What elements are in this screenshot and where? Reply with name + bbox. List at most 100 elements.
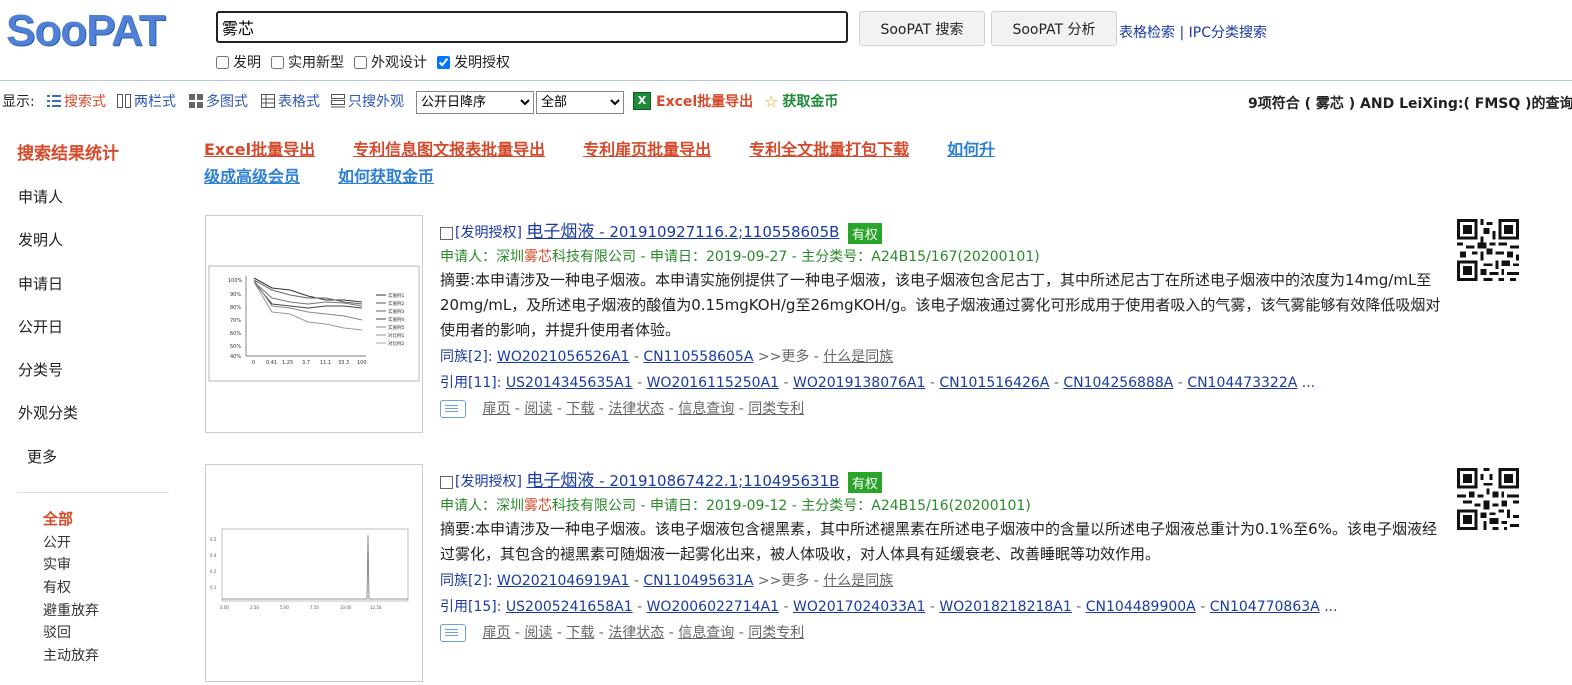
citation-link[interactable]: CN104256888A bbox=[1063, 375, 1173, 391]
citation-link[interactable]: US2005241658A1 bbox=[506, 599, 633, 615]
select-checkbox[interactable] bbox=[440, 475, 453, 489]
citation-link[interactable]: WO2019138076A1 bbox=[793, 375, 925, 391]
how-get-coins-link[interactable]: 如何获取金币 bbox=[338, 167, 434, 186]
svg-text:7.50: 7.50 bbox=[310, 605, 319, 610]
table-search-link[interactable]: 表格检索 bbox=[1119, 25, 1175, 41]
upgrade-link-a[interactable]: 如何升 bbox=[947, 140, 995, 159]
search-button[interactable]: SooPAT 搜索 bbox=[859, 11, 985, 46]
view-table[interactable]: 表格式 bbox=[261, 91, 320, 111]
status-abandoned[interactable]: 主动放弃 bbox=[43, 645, 99, 665]
view-search-style[interactable]: 搜索式 bbox=[47, 91, 106, 111]
status-valid[interactable]: 有权 bbox=[43, 577, 71, 597]
action-download[interactable]: 下载 bbox=[566, 625, 594, 641]
action-info-query[interactable]: 信息查询 bbox=[678, 625, 734, 641]
get-coins-toolbar[interactable]: ☆ 获取金币 bbox=[764, 91, 838, 111]
what-family-link[interactable]: 什么是同族 bbox=[823, 349, 893, 365]
stat-applicant[interactable]: 申请人 bbox=[18, 186, 63, 207]
status-rejected[interactable]: 驳回 bbox=[43, 622, 71, 642]
view-design-only[interactable]: 只搜外观 bbox=[331, 91, 404, 111]
comment-icon[interactable] bbox=[440, 624, 466, 642]
citation-link[interactable]: CN104473322A bbox=[1187, 375, 1297, 391]
status-all[interactable]: 全部 bbox=[43, 508, 73, 529]
ipc-search-link[interactable]: IPC分类搜索 bbox=[1189, 25, 1267, 41]
action-legal-status[interactable]: 法律状态 bbox=[608, 625, 664, 641]
upgrade-link-b[interactable]: 级成高级会员 bbox=[204, 167, 300, 186]
filter-design-checkbox[interactable] bbox=[354, 55, 367, 69]
svg-text:70%: 70% bbox=[230, 318, 241, 324]
select-checkbox[interactable] bbox=[440, 226, 453, 240]
export-report-link[interactable]: 专利信息图文报表批量导出 bbox=[353, 140, 545, 159]
what-family-link[interactable]: 什么是同族 bbox=[823, 573, 893, 589]
export-fulltext-link[interactable]: 专利全文批量打包下载 bbox=[749, 140, 909, 159]
stat-design-class[interactable]: 外观分类 bbox=[18, 402, 78, 423]
status-examination[interactable]: 实审 bbox=[43, 554, 71, 574]
export-links: Excel批量导出 专利信息图文报表批量导出 专利扉页批量导出 专利全文批量打包下载如… bbox=[204, 136, 1094, 190]
patent-thumbnail[interactable]: 100% 90% 80% 70% 60% 50% 40% 0 0.41 1.25 3.7 11.1 3… bbox=[205, 215, 423, 433]
filter-invention-checkbox[interactable] bbox=[216, 55, 229, 69]
export-frontpage-link[interactable]: 专利扉页批量导出 bbox=[583, 140, 711, 159]
citation-link[interactable]: WO2017024033A1 bbox=[793, 599, 925, 615]
action-read[interactable]: 阅读 bbox=[524, 625, 552, 641]
status-published[interactable]: 公开 bbox=[43, 532, 71, 552]
citation-link[interactable]: CN104489900A bbox=[1086, 599, 1196, 615]
scope-select[interactable]: 全部 bbox=[536, 91, 624, 114]
filter-granted[interactable]: 发明授权 bbox=[437, 52, 510, 72]
filter-utility[interactable]: 实用新型 bbox=[271, 52, 344, 72]
action-frontpage[interactable]: 扉页 bbox=[482, 625, 510, 641]
action-similar[interactable]: 同类专利 bbox=[748, 401, 804, 417]
stat-apply-date[interactable]: 申请日 bbox=[18, 273, 63, 294]
analyze-button[interactable]: SooPAT 分析 bbox=[991, 11, 1117, 46]
status-abandon-dup[interactable]: 避重放弃 bbox=[43, 600, 99, 620]
search-input[interactable] bbox=[216, 11, 848, 43]
action-info-query[interactable]: 信息查询 bbox=[678, 401, 734, 417]
filter-granted-checkbox[interactable] bbox=[437, 55, 450, 69]
star-icon: ☆ bbox=[764, 91, 779, 111]
svg-text:0.1: 0.1 bbox=[210, 585, 217, 590]
more-family-link[interactable]: >>更多 bbox=[758, 349, 809, 365]
filter-utility-checkbox[interactable] bbox=[271, 55, 284, 69]
excel-export-toolbar[interactable]: X Excel批量导出 bbox=[633, 91, 753, 111]
action-read[interactable]: 阅读 bbox=[524, 401, 552, 417]
status-badge: 有权 bbox=[847, 222, 882, 244]
more-family-link[interactable]: >>更多 bbox=[758, 573, 809, 589]
action-legal-status[interactable]: 法律状态 bbox=[608, 401, 664, 417]
action-download[interactable]: 下载 bbox=[566, 401, 594, 417]
family-link[interactable]: CN110495631A bbox=[643, 573, 753, 589]
citation-link[interactable]: US2014345635A1 bbox=[506, 375, 633, 391]
family-link[interactable]: WO2021056526A1 bbox=[497, 349, 629, 365]
type-filters: 发明 实用新型 外观设计 发明授权 bbox=[216, 52, 510, 72]
filter-design[interactable]: 外观设计 bbox=[354, 52, 427, 72]
patent-thumbnail[interactable]: 0.5 0.4 0.2 0.1 0.00 2.50 5.00 7.50 10.00 12.50 bbox=[205, 464, 423, 682]
stat-inventor[interactable]: 发明人 bbox=[18, 229, 63, 250]
stat-more[interactable]: 更多 bbox=[27, 446, 57, 467]
export-excel-link[interactable]: Excel批量导出 bbox=[204, 140, 315, 159]
link-separator: | bbox=[1179, 25, 1185, 41]
citation-line: 引用[11]: US2014345635A1 - WO2016115250A1 … bbox=[440, 375, 1316, 391]
display-toolbar: 显示: 搜索式 两栏式 多图式 表格式 只搜外观 公开日降序 全部 X Exce… bbox=[0, 80, 1572, 121]
citation-link[interactable]: CN104770863A bbox=[1210, 599, 1320, 615]
result-meta: 申请人：深圳雾芯科技有限公司 - 申请日：2019-09-27 - 主分类号：A… bbox=[440, 249, 1040, 265]
svg-text:90%: 90% bbox=[230, 292, 241, 298]
citation-link[interactable]: WO2006022714A1 bbox=[647, 599, 779, 615]
result-number-link[interactable]: - 201910927116.2;110558605B bbox=[594, 223, 839, 241]
comment-icon[interactable] bbox=[440, 400, 466, 418]
citation-link[interactable]: WO2018218218A1 bbox=[939, 599, 1071, 615]
soopat-logo[interactable]: SooPAT bbox=[6, 6, 166, 56]
view-two-column[interactable]: 两栏式 bbox=[117, 91, 176, 111]
stat-pub-date[interactable]: 公开日 bbox=[18, 316, 63, 337]
result-number-link[interactable]: - 201910867422.1;110495631B bbox=[594, 472, 839, 490]
view-multi-image[interactable]: 多图式 bbox=[189, 91, 248, 111]
citation-link[interactable]: WO2016115250A1 bbox=[647, 375, 779, 391]
citation-link[interactable]: CN101516426A bbox=[939, 375, 1049, 391]
action-similar[interactable]: 同类专利 bbox=[748, 625, 804, 641]
result-title-link[interactable]: 电子烟液 bbox=[526, 471, 594, 491]
result-item: 100% 90% 80% 70% 60% 50% 40% 0 0.41 1.25 3.7 11.1 3… bbox=[205, 215, 1565, 440]
sort-select[interactable]: 公开日降序 bbox=[416, 91, 534, 114]
family-link[interactable]: WO2021046919A1 bbox=[497, 573, 629, 589]
stat-class-no[interactable]: 分类号 bbox=[18, 359, 63, 380]
action-frontpage[interactable]: 扉页 bbox=[482, 401, 510, 417]
family-link[interactable]: CN110558605A bbox=[643, 349, 753, 365]
result-title-link[interactable]: 电子烟液 bbox=[526, 222, 594, 242]
filter-invention[interactable]: 发明 bbox=[216, 52, 261, 72]
grid-icon bbox=[189, 94, 203, 108]
